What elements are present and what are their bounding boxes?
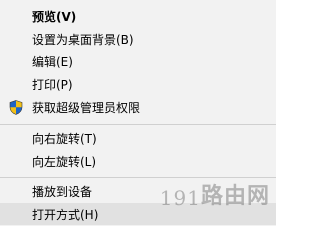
menu-separator [0,124,276,125]
context-menu: 预览(V) 设置为桌面背景(B) 编辑(E) 打印(P) 获取超级管理员权限 向… [0,0,276,226]
menu-item-label: 打印(P) [32,77,73,92]
site-watermark: 191 路由网 [160,178,270,210]
menu-item-label: 向左旋转(L) [32,154,97,169]
uac-shield-icon [9,100,23,115]
menu-item-preview[interactable]: 预览(V) [0,5,276,27]
watermark-text: 路由网 [200,184,270,209]
menu-item-label: 编辑(E) [32,54,73,69]
menu-item-rotate-right[interactable]: 向右旋转(T) [0,127,276,149]
menu-item-print[interactable]: 打印(P) [0,73,276,95]
menu-item-label: 获取超级管理员权限 [32,100,141,115]
menu-item-take-ownership[interactable]: 获取超级管理员权限 [0,96,276,118]
menu-item-set-as-desktop-background[interactable]: 设置为桌面背景(B) [0,28,276,50]
menu-item-label: 打开方式(H) [32,207,99,222]
menu-item-label: 设置为桌面背景(B) [32,32,134,47]
menu-item-edit[interactable]: 编辑(E) [0,50,276,72]
watermark-digits: 191 [159,186,201,210]
menu-item-label: 预览(V) [32,9,77,24]
menu-item-label: 向右旋转(T) [32,131,97,146]
menu-item-rotate-left[interactable]: 向左旋转(L) [0,150,276,172]
menu-item-label: 播放到设备 [32,184,93,199]
